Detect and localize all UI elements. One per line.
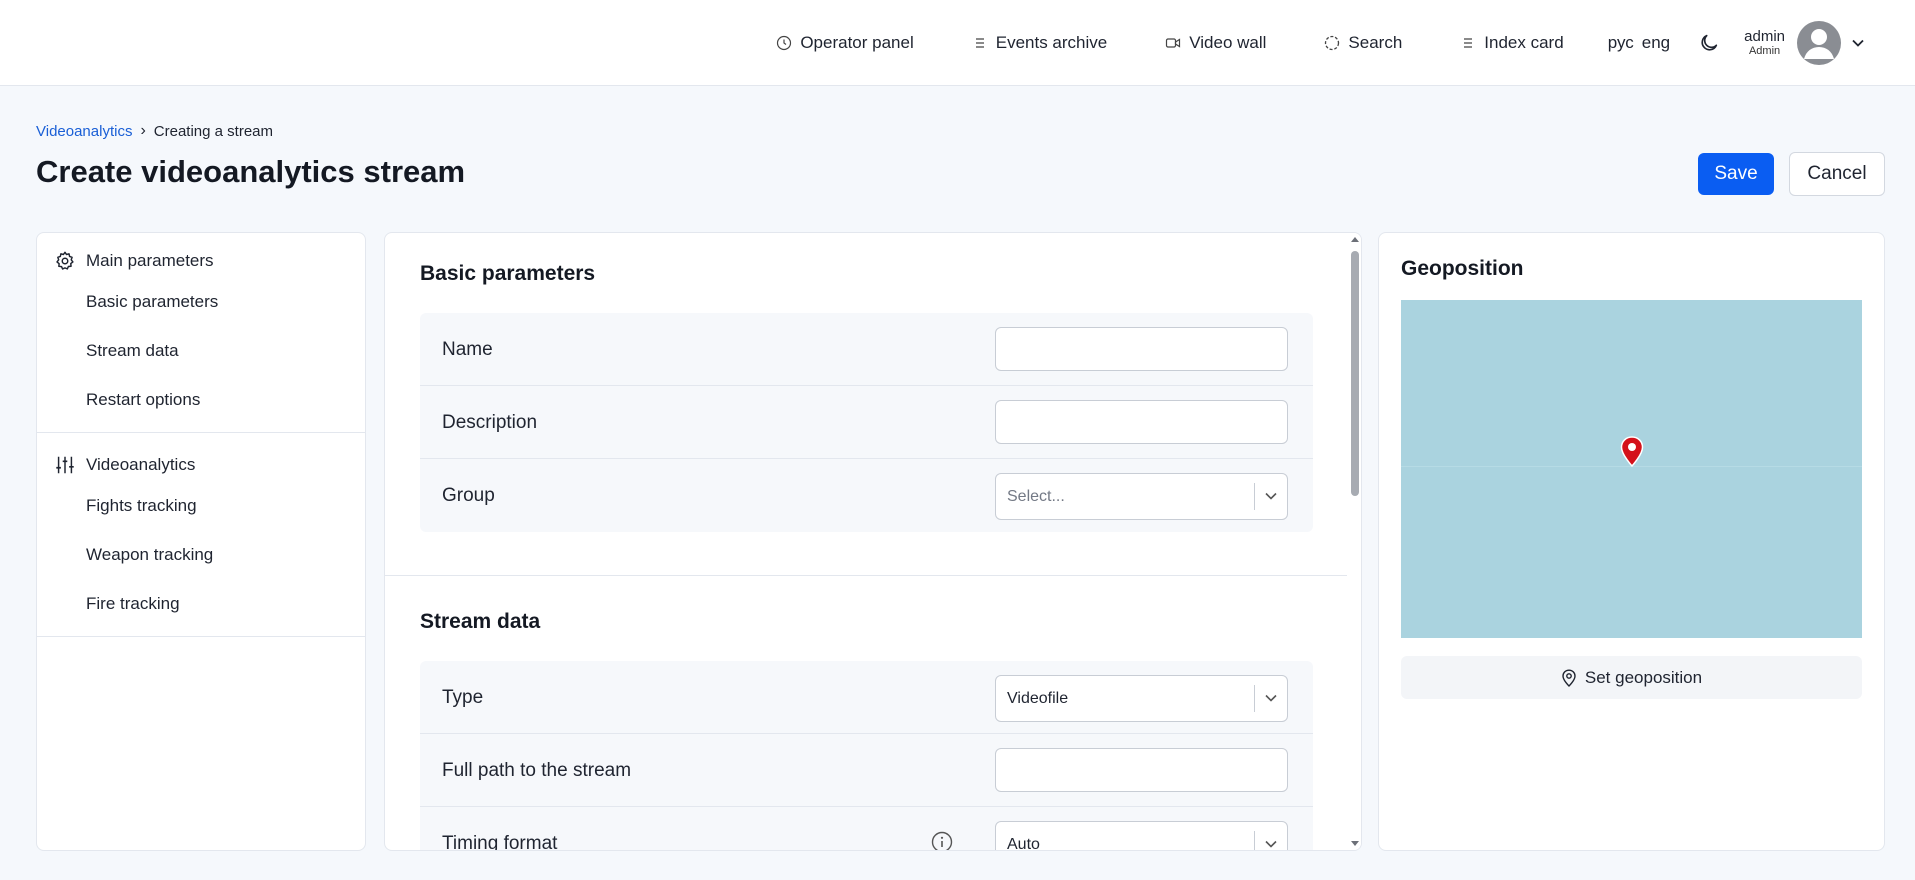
name-label: Name [442, 339, 493, 360]
chevron-down-icon [1264, 489, 1278, 503]
chevron-down-icon [1264, 837, 1278, 850]
geoposition-map[interactable] [1401, 300, 1862, 638]
clock-icon [777, 35, 792, 51]
user-info: admin Admin [1744, 27, 1785, 58]
select-divider [1254, 831, 1255, 850]
name-input[interactable] [995, 327, 1288, 371]
field-row-description: Description [420, 386, 1313, 459]
type-select[interactable]: Videofile [995, 675, 1288, 722]
nav-index-card[interactable]: Index card [1460, 33, 1564, 53]
description-input[interactable] [995, 400, 1288, 444]
sidebar-section-videoanalytics: Videoanalytics Fights tracking Weapon tr… [37, 433, 365, 637]
basic-parameters-group: Name Description Group Select... [420, 313, 1313, 532]
list-icon [1464, 38, 1473, 48]
scroll-up-arrow-icon[interactable] [1351, 237, 1359, 242]
sidebar-item-stream-data[interactable]: Stream data [37, 326, 365, 375]
sidebar-item-restart-options[interactable]: Restart options [37, 375, 365, 424]
theme-toggle[interactable] [1698, 32, 1720, 54]
lang-en-button[interactable]: eng [1642, 33, 1670, 53]
nav-operator-panel[interactable]: Operator panel [776, 33, 914, 53]
breadcrumb-separator-icon: › [140, 122, 146, 139]
geoposition-title: Geoposition [1401, 257, 1524, 280]
lang-ru-button[interactable]: рус [1608, 33, 1634, 53]
breadcrumb-current: Creating a stream [153, 122, 273, 140]
sidebar-item-weapon-tracking[interactable]: Weapon tracking [37, 530, 365, 579]
field-row-name: Name [420, 313, 1313, 386]
sidebar-item-videoanalytics[interactable]: Videoanalytics [37, 449, 365, 481]
timing-format-select[interactable]: Auto [995, 821, 1288, 851]
sliders-icon [56, 456, 74, 474]
sidebar-head-label: Main parameters [86, 251, 214, 270]
save-button[interactable]: Save [1698, 153, 1774, 195]
sidebar-item-fire-tracking[interactable]: Fire tracking [37, 579, 365, 628]
moon-icon [1701, 34, 1718, 51]
breadcrumb-videoanalytics-link[interactable]: Videoanalytics [36, 123, 132, 140]
section-title-stream: Stream data [420, 610, 541, 633]
chevron-down-icon [1851, 36, 1865, 50]
avatar [1797, 21, 1841, 65]
sidebar-item-main-parameters[interactable]: Main parameters [37, 245, 365, 277]
user-menu[interactable]: admin Admin [1744, 21, 1865, 65]
form-panel: Basic parameters Name Description Group … [384, 232, 1362, 851]
user-name: admin [1744, 27, 1785, 45]
select-divider [1254, 685, 1255, 712]
field-row-timing: Timing format Auto [420, 807, 1313, 851]
sidebar-section-main: Main parameters Basic parameters Stream … [37, 233, 365, 433]
field-row-path: Full path to the stream [420, 734, 1313, 807]
info-icon[interactable] [931, 831, 953, 850]
timing-select-value: Auto [1007, 836, 1040, 851]
main-nav: Operator panel Events archive Video wall… [776, 0, 1915, 86]
scrollbar-thumb[interactable] [1351, 251, 1359, 496]
video-camera-icon [1166, 38, 1181, 48]
type-label: Type [442, 687, 484, 708]
section-divider [385, 575, 1347, 576]
group-select-placeholder: Select... [1007, 488, 1065, 505]
nav-video-wall[interactable]: Video wall [1165, 33, 1266, 53]
select-divider [1254, 483, 1255, 510]
nav-events-archive[interactable]: Events archive [972, 33, 1108, 53]
page-title: Create videoanalytics stream [36, 154, 466, 189]
user-role: Admin [1748, 45, 1781, 58]
user-silhouette-icon [1804, 29, 1834, 59]
search-dashed-circle-icon [1325, 35, 1340, 51]
group-select[interactable]: Select... [995, 473, 1288, 520]
gear-icon [56, 251, 74, 270]
cancel-button[interactable]: Cancel [1789, 152, 1885, 196]
scroll-down-arrow-icon[interactable] [1351, 841, 1359, 846]
form-scrollbar[interactable] [1347, 233, 1361, 850]
map-pin-icon[interactable] [1620, 436, 1644, 468]
top-navigation-bar: Operator panel Events archive Video wall… [0, 0, 1915, 86]
stream-data-group: Type Videofile Full path to the stream T… [420, 661, 1313, 851]
stream-path-input[interactable] [995, 748, 1288, 792]
nav-events-archive-label: Events archive [995, 33, 1108, 52]
set-geoposition-button[interactable]: Set geoposition [1401, 656, 1862, 699]
group-label: Group [442, 485, 495, 506]
sidebar-head-label: Videoanalytics [86, 455, 196, 474]
nav-video-wall-label: Video wall [1189, 33, 1267, 52]
set-geoposition-label: Set geoposition [1584, 667, 1703, 687]
description-label: Description [442, 412, 538, 433]
path-label: Full path to the stream [442, 760, 632, 781]
sidebar-item-basic-parameters[interactable]: Basic parameters [37, 277, 365, 326]
nav-index-card-label: Index card [1484, 33, 1564, 52]
field-row-group: Group Select... [420, 459, 1313, 532]
nav-search[interactable]: Search [1324, 33, 1402, 53]
settings-sidebar: Main parameters Basic parameters Stream … [36, 232, 366, 851]
type-select-value: Videofile [1007, 690, 1069, 707]
nav-operator-panel-label: Operator panel [800, 33, 914, 52]
breadcrumb: Videoanalytics › Creating a stream [36, 122, 273, 140]
chevron-down-icon [1264, 691, 1278, 705]
section-title-basic: Basic parameters [420, 262, 596, 285]
field-row-type: Type Videofile [420, 661, 1313, 734]
nav-search-label: Search [1348, 33, 1403, 52]
sidebar-item-fights-tracking[interactable]: Fights tracking [37, 481, 365, 530]
location-pin-icon [1562, 668, 1576, 687]
geoposition-panel: Geoposition Set geoposition [1378, 232, 1885, 851]
list-icon [975, 38, 984, 48]
timing-label: Timing format [442, 833, 558, 851]
